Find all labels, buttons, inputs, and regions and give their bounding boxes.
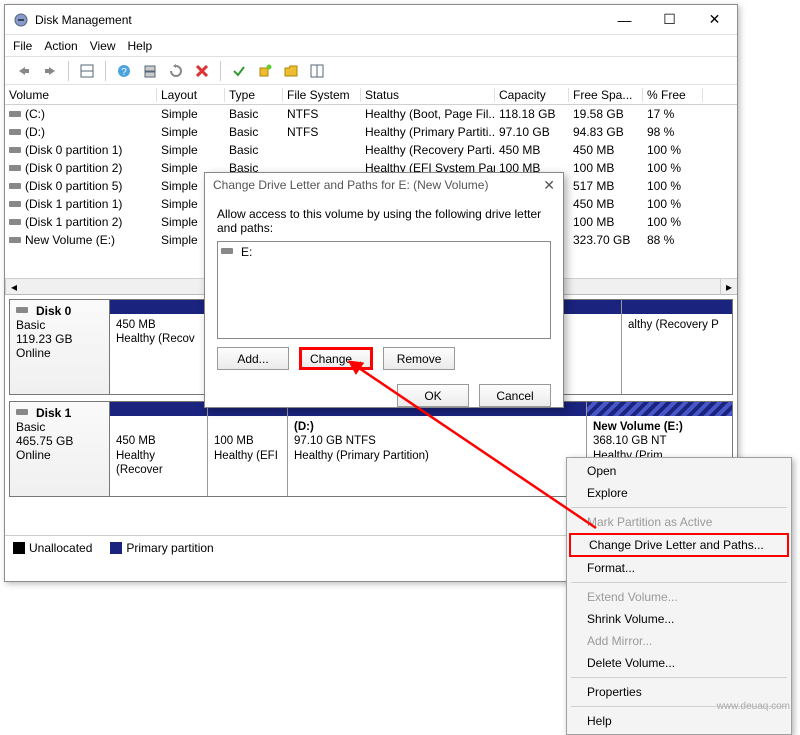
titlebar[interactable]: Disk Management ― ☐ ✕	[5, 5, 737, 35]
menu-file[interactable]: File	[13, 39, 32, 53]
folder-icon[interactable]	[280, 60, 302, 82]
col-status[interactable]: Status	[361, 88, 495, 102]
drive-icon	[9, 237, 21, 243]
split-view-icon[interactable]	[306, 60, 328, 82]
disk-icon	[16, 409, 28, 415]
col-layout[interactable]: Layout	[157, 88, 225, 102]
drive-icon	[9, 219, 21, 225]
watermark: www.deuaq.com	[717, 701, 790, 712]
drive-icon	[221, 248, 233, 254]
window-title: Disk Management	[35, 13, 602, 27]
drive-icon	[9, 183, 21, 189]
volume-row[interactable]: (Disk 0 partition 1)SimpleBasicHealthy (…	[5, 141, 737, 159]
volume-row[interactable]: (D:)SimpleBasicNTFSHealthy (Primary Part…	[5, 123, 737, 141]
context-menu-separator	[571, 582, 787, 583]
context-menu-separator	[571, 677, 787, 678]
forward-icon[interactable]	[39, 60, 61, 82]
remove-button[interactable]: Remove	[383, 347, 455, 370]
context-menu-item[interactable]: Format...	[569, 557, 789, 579]
view-mode-icon[interactable]	[76, 60, 98, 82]
refresh-icon[interactable]	[165, 60, 187, 82]
disk-1-partition-2[interactable]: 100 MB Healthy (EFI	[208, 402, 288, 496]
legend-primary: Primary partition	[110, 541, 213, 555]
drive-icon	[9, 129, 21, 135]
context-menu-item[interactable]: Shrink Volume...	[569, 608, 789, 630]
col-capacity[interactable]: Capacity	[495, 88, 569, 102]
disk-0-partition-1[interactable]: 450 MB Healthy (Recov	[110, 300, 210, 394]
context-menu-item[interactable]: Change Drive Letter and Paths...	[569, 533, 789, 557]
col-type[interactable]: Type	[225, 88, 283, 102]
maximize-button[interactable]: ☐	[647, 5, 692, 34]
disk-1-label[interactable]: Disk 1 Basic 465.75 GB Online	[10, 402, 110, 496]
disk-0-label[interactable]: Disk 0 Basic 119.23 GB Online	[10, 300, 110, 394]
dialog-title-text: Change Drive Letter and Paths for E: (Ne…	[213, 178, 488, 192]
dialog-path-entry[interactable]: E:	[221, 245, 547, 259]
dialog-label: Allow access to this volume by using the…	[217, 207, 551, 235]
toolbar: ?	[5, 57, 737, 85]
context-menu-item: Mark Partition as Active	[569, 511, 789, 533]
context-menu-item: Add Mirror...	[569, 630, 789, 652]
dialog-titlebar[interactable]: Change Drive Letter and Paths for E: (Ne…	[205, 173, 563, 197]
cancel-button[interactable]: Cancel	[479, 384, 551, 407]
context-menu-item[interactable]: Explore	[569, 482, 789, 504]
context-menu-item[interactable]: Properties	[569, 681, 789, 703]
change-button[interactable]: Change...	[299, 347, 373, 370]
context-menu-item: Extend Volume...	[569, 586, 789, 608]
close-button[interactable]: ✕	[692, 5, 737, 34]
menu-help[interactable]: Help	[128, 39, 153, 53]
minimize-button[interactable]: ―	[602, 5, 647, 34]
col-percent[interactable]: % Free	[643, 88, 703, 102]
delete-icon[interactable]	[191, 60, 213, 82]
menubar: File Action View Help	[5, 35, 737, 57]
drive-icon	[9, 165, 21, 171]
help-icon[interactable]: ?	[113, 60, 135, 82]
add-button[interactable]: Add...	[217, 347, 289, 370]
context-menu-item[interactable]: Help	[569, 710, 789, 732]
back-icon[interactable]	[13, 60, 35, 82]
context-menu-item[interactable]: Delete Volume...	[569, 652, 789, 674]
disk-0-partition-last[interactable]: althy (Recovery P	[622, 300, 732, 394]
drive-icon	[9, 201, 21, 207]
svg-text:?: ?	[121, 67, 127, 78]
volume-list-header[interactable]: Volume Layout Type File System Status Ca…	[5, 85, 737, 105]
menu-view[interactable]: View	[90, 39, 116, 53]
col-volume[interactable]: Volume	[5, 88, 157, 102]
col-filesystem[interactable]: File System	[283, 88, 361, 102]
legend-unallocated: Unallocated	[13, 541, 92, 555]
scroll-right-icon[interactable]: ▸	[720, 279, 737, 294]
context-menu: OpenExplore Mark Partition as ActiveChang…	[566, 457, 792, 735]
change-drive-letter-dialog: Change Drive Letter and Paths for E: (Ne…	[204, 172, 564, 408]
disk-1-partition-d[interactable]: (D:) 97.10 GB NTFS Healthy (Primary Part…	[288, 402, 587, 496]
disk-1-partition-1[interactable]: 450 MB Healthy (Recover	[110, 402, 208, 496]
new-volume-icon[interactable]	[254, 60, 276, 82]
check-icon[interactable]	[228, 60, 250, 82]
ok-button[interactable]: OK	[397, 384, 469, 407]
properties-icon[interactable]	[139, 60, 161, 82]
scroll-left-icon[interactable]: ◂	[5, 279, 22, 294]
dialog-paths-list[interactable]: E:	[217, 241, 551, 339]
col-free[interactable]: Free Spa...	[569, 88, 643, 102]
volume-row[interactable]: (C:)SimpleBasicNTFSHealthy (Boot, Page F…	[5, 105, 737, 123]
menu-action[interactable]: Action	[44, 39, 77, 53]
drive-icon	[9, 147, 21, 153]
dialog-close-icon[interactable]: ✕	[543, 177, 555, 194]
context-menu-item[interactable]: Open	[569, 460, 789, 482]
app-icon	[13, 12, 29, 28]
context-menu-separator	[571, 507, 787, 508]
drive-icon	[9, 111, 21, 117]
disk-icon	[16, 307, 28, 313]
